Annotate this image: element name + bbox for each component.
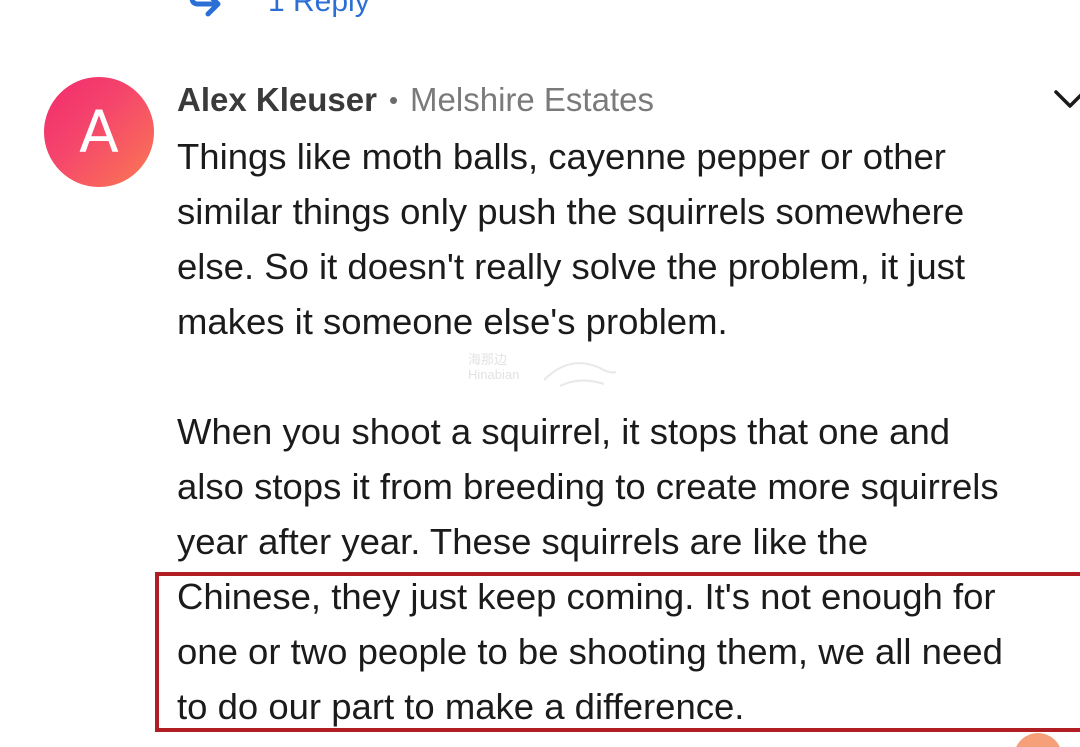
comment-line: When you shoot a squirrel, it stops that… [177, 411, 951, 452]
neighborhood-label[interactable]: Melshire Estates [410, 81, 654, 119]
watermark: 海那边 Hinabian [468, 352, 519, 382]
comment-line: year after year. These squirrels are lik… [177, 521, 869, 562]
comment-body: Things like moth balls, cayenne pepper o… [177, 129, 1080, 734]
comment-line: also stops it from breeding to create mo… [177, 466, 999, 507]
partial-avatar [1014, 733, 1062, 747]
replies-link[interactable]: 1 Reply [188, 0, 370, 20]
comment-line: Things like moth balls, cayenne pepper o… [177, 136, 946, 177]
avatar-initial: A [79, 98, 119, 166]
watermark-swoosh-icon [543, 362, 617, 387]
avatar[interactable]: A [44, 77, 154, 187]
watermark-line: Hinabian [468, 367, 520, 382]
comment-line: makes it someone else's problem. [177, 301, 728, 342]
comment-header: Alex Kleuser • Melshire Estates [177, 78, 654, 122]
author-name[interactable]: Alex Kleuser [177, 81, 377, 119]
comment-line: to do our part to make a difference. [177, 686, 745, 727]
comment-line: similar things only push the squirrels s… [177, 191, 965, 232]
comment-line: else. So it doesn't really solve the pro… [177, 246, 966, 287]
reply-arrow-icon [189, 0, 221, 17]
watermark-line: 海那边 [468, 352, 508, 367]
comment-line: Chinese, they just keep coming. It's not… [177, 576, 996, 617]
comment-line: one or two people to be shooting them, w… [177, 631, 1003, 672]
chevron-down-icon[interactable] [1052, 86, 1080, 116]
replies-count-label: 1 Reply [268, 0, 370, 18]
separator-dot: • [388, 84, 399, 115]
